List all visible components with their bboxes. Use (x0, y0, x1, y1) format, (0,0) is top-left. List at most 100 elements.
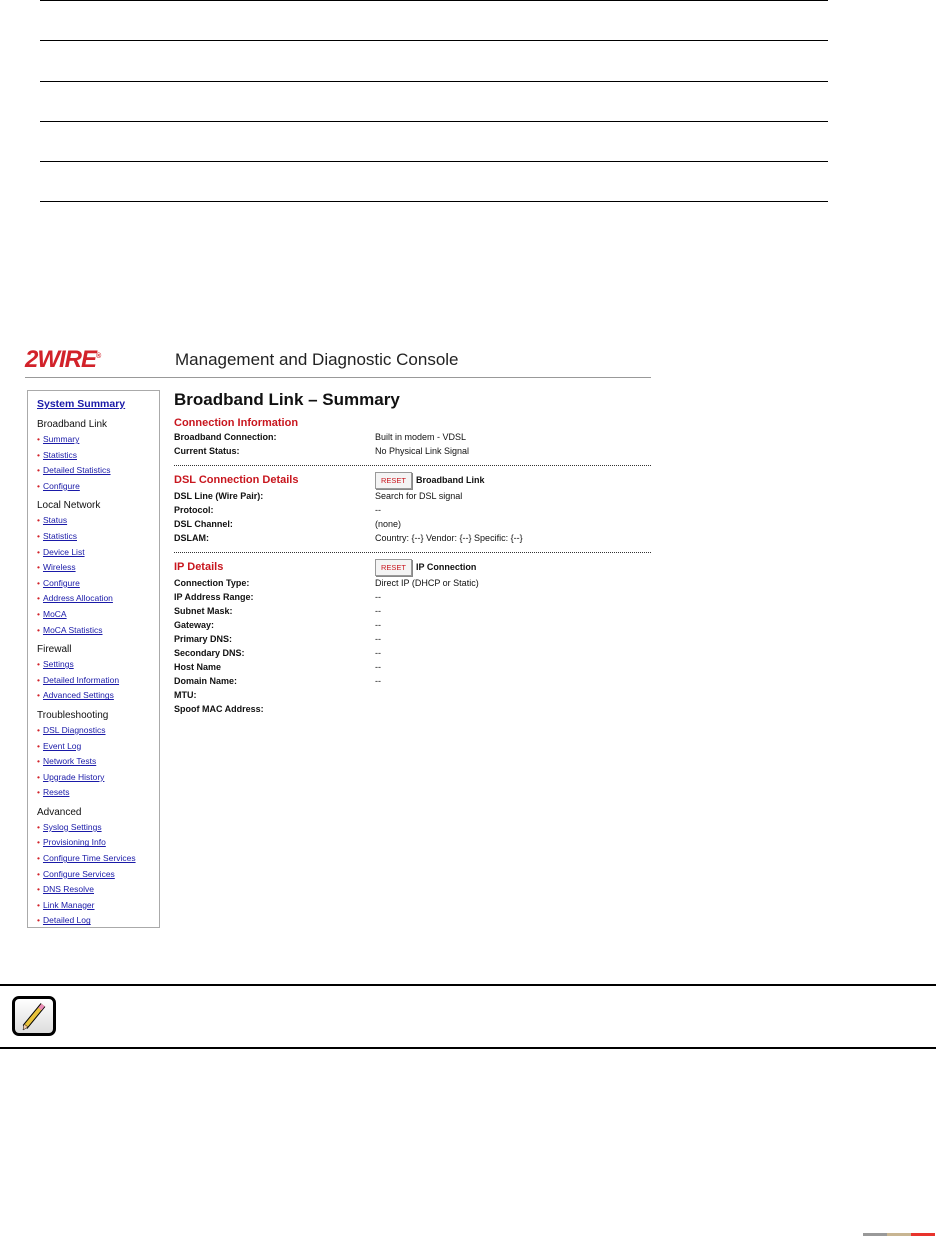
detail-row: Protocol: -- (174, 503, 651, 517)
sidebar-link[interactable]: Summary (43, 434, 79, 444)
detail-row: IP Address Range: -- (174, 590, 651, 604)
sidebar-link[interactable]: Advanced Settings (43, 690, 114, 700)
bullet-icon: • (37, 690, 40, 701)
ip-heading: IP Details (174, 561, 224, 573)
sidebar-link[interactable]: Statistics (43, 531, 77, 541)
detail-value: -- (375, 676, 381, 686)
note-rule-bottom (0, 1047, 936, 1049)
dsl-reset-button[interactable]: RESET (375, 471, 413, 489)
detail-row: Domain Name: -- (174, 674, 651, 688)
sidebar-link[interactable]: Settings (43, 659, 74, 669)
sidebar-link[interactable]: Address Allocation (43, 593, 113, 603)
detail-label: Subnet Mask: (174, 606, 233, 616)
bullet-icon: • (37, 899, 40, 910)
sidebar-item: • Detailed Statistics (37, 463, 159, 479)
sidebar-item: • Settings (37, 657, 159, 673)
bullet-icon: • (37, 837, 40, 848)
detail-label: DSLAM: (174, 533, 209, 543)
detail-label: Gateway: (174, 620, 215, 630)
sidebar-link[interactable]: DSL Diagnostics (43, 725, 106, 735)
sidebar-item: • Upgrade History (37, 770, 159, 786)
detail-label: DSL Channel: (174, 519, 233, 529)
bullet-icon: • (37, 740, 40, 751)
detail-label: Secondary DNS: (174, 648, 245, 658)
bullet-icon: • (37, 724, 40, 735)
sidebar-link[interactable]: Status (43, 515, 67, 525)
dotted-separator (174, 465, 651, 466)
bullet-icon: • (37, 530, 40, 541)
detail-label: MTU: (174, 690, 197, 700)
detail-row: DSL Line (Wire Pair): Search for DSL sign… (174, 489, 651, 503)
sidebar-link[interactable]: Configure Time Services (43, 853, 136, 863)
divider (25, 377, 651, 378)
table-rule (40, 121, 828, 122)
bullet-icon: • (37, 546, 40, 557)
detail-row: Current Status: No Physical Link Signal (174, 444, 651, 458)
console-title: Management and Diagnostic Console (175, 350, 459, 369)
page-title: Broadband Link – Summary (174, 390, 400, 409)
sidebar-link[interactable]: Configure (43, 578, 80, 588)
detail-row: Subnet Mask: -- (174, 604, 651, 618)
dotted-separator (174, 552, 651, 553)
ip-reset-label: IP Connection (416, 562, 477, 572)
sidebar-link[interactable]: Configure (43, 481, 80, 491)
detail-value: No Physical Link Signal (375, 446, 470, 456)
detail-label: Connection Type: (174, 578, 250, 588)
bullet-icon: • (37, 480, 40, 491)
sidebar-item: • Wireless (37, 560, 159, 576)
detail-value: -- (375, 606, 381, 616)
sidebar-item: • Link Manager (37, 898, 159, 914)
dsl-reset-label: Broadband Link (416, 475, 485, 485)
sidebar-item: • Resets (37, 785, 159, 801)
detail-row: Connection Type: Direct IP (DHCP or Stati… (174, 576, 651, 590)
ip-reset-button[interactable]: RESET (375, 558, 413, 576)
sidebar-link[interactable]: Provisioning Info (43, 837, 106, 847)
sidebar-link[interactable]: Detailed Information (43, 675, 119, 685)
table-rule (40, 161, 828, 162)
sidebar-link[interactable]: Upgrade History (43, 772, 104, 782)
sidebar-link[interactable]: MoCA Statistics (43, 625, 103, 635)
sidebar-item: • MoCA (37, 607, 159, 623)
sidebar-link[interactable]: Event Log (43, 741, 81, 751)
detail-label: Protocol: (174, 505, 214, 515)
sidebar-item: • Network Tests (37, 754, 159, 770)
bullet-icon: • (37, 659, 40, 670)
sidebar-link[interactable]: Resets (43, 787, 69, 797)
sidebar-link[interactable]: Link Manager (43, 900, 95, 910)
sidebar-item: • DNS Resolve (37, 882, 159, 898)
sidebar-item: • Status (37, 513, 159, 529)
table-rule (40, 0, 828, 1)
detail-value: Search for DSL signal (375, 491, 463, 501)
bullet-icon: • (37, 674, 40, 685)
sidebar-link[interactable]: Detailed Log (43, 915, 91, 925)
bullet-icon: • (37, 868, 40, 879)
detail-row: Spoof MAC Address: (174, 702, 651, 716)
detail-value: -- (375, 592, 381, 602)
sidebar-link[interactable]: Syslog Settings (43, 822, 102, 832)
sidebar-section-heading: Troubleshooting (37, 709, 109, 721)
sidebar-link[interactable]: Detailed Statistics (43, 465, 111, 475)
sidebar-link[interactable]: Network Tests (43, 756, 96, 766)
sidebar-item: • Detailed Log (37, 913, 159, 929)
sidebar-link[interactable]: Device List (43, 547, 85, 557)
sidebar-item: • Configure (37, 479, 159, 495)
dsl-header: DSL Connection Details RESET Broadband Lin… (174, 471, 651, 489)
pencil-note-icon (12, 996, 56, 1036)
bullet-icon: • (37, 593, 40, 604)
bullet-icon: • (37, 853, 40, 864)
sidebar-section-heading: Firewall (37, 644, 72, 656)
sidebar-link[interactable]: Configure Services (43, 869, 115, 879)
sidebar-link[interactable]: Statistics (43, 450, 77, 460)
sidebar-item: • Detailed Information (37, 673, 159, 689)
sidebar-link[interactable]: MoCA (43, 609, 67, 619)
detail-value: Built in modem - VDSL (375, 432, 467, 442)
system-summary-link[interactable]: System Summary (37, 398, 159, 410)
sidebar-link[interactable]: Wireless (43, 562, 76, 572)
ip-header: IP Details RESET IP Connection (174, 558, 651, 576)
bullet-icon: • (37, 434, 40, 444)
detail-label: Current Status: (174, 446, 240, 456)
bullet-icon: • (37, 608, 40, 619)
detail-value: (none) (375, 519, 402, 529)
sidebar-item: • MoCA Statistics (37, 623, 159, 639)
sidebar-link[interactable]: DNS Resolve (43, 884, 94, 894)
